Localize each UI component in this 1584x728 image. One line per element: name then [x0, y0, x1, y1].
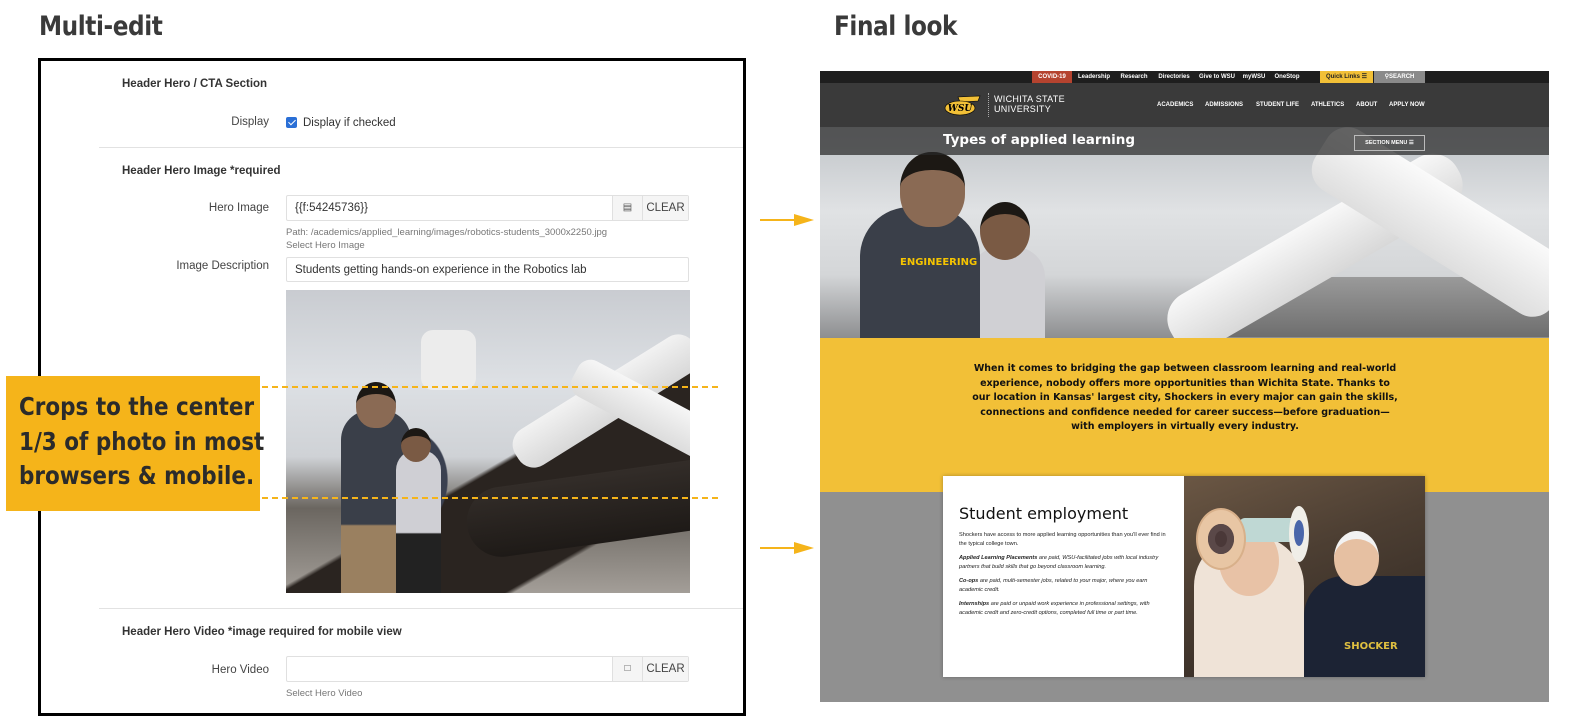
nav-admissions[interactable]: ADMISSIONS	[1205, 102, 1243, 108]
website-preview: COVID-19 Leadership Research Directories…	[820, 71, 1549, 702]
crop-callout: Crops to the center 1/3 of photo in most…	[6, 376, 265, 511]
quick-links-label: Quick Links	[1325, 74, 1360, 80]
card-title: Student employment	[959, 504, 1129, 523]
crop-line-bottom	[262, 497, 718, 499]
display-checkbox[interactable]	[286, 117, 297, 128]
section-title-cta: Header Hero / CTA Section	[122, 78, 268, 90]
section-menu-label: SECTION MENU	[1365, 140, 1408, 146]
hero-image-field[interactable]: {{f:54245736}} ▤ CLEAR	[286, 195, 689, 221]
term-applied-learning: Applied Learning Placements	[959, 555, 1038, 561]
section-title-image: Header Hero Image *required	[122, 165, 281, 177]
main-navigation: WSU WICHITA STATE UNIVERSITY ACADEMICS A…	[820, 83, 1549, 127]
card-paragraph: Co-ops are paid, multi-semester jobs, re…	[959, 577, 1168, 595]
hero-video-label: Hero Video	[211, 664, 269, 676]
section-title-video: Header Hero Video *image required for mo…	[122, 626, 402, 638]
hero-image-preview	[286, 290, 690, 593]
paper-eye-shape	[1289, 506, 1309, 562]
fuselage-shape	[462, 458, 690, 562]
card-photo: SHOCKER	[1184, 476, 1425, 677]
select-hero-image-link[interactable]: Select Hero Image	[286, 240, 365, 251]
intro-band: When it comes to bridging the gap betwee…	[820, 338, 1549, 492]
display-label: Display	[231, 116, 269, 128]
card-paragraph: Shockers have access to more applied lea…	[959, 532, 1166, 547]
nav-apply-now[interactable]: APPLY NOW	[1389, 102, 1425, 108]
university-name[interactable]: WICHITA STATE UNIVERSITY	[994, 94, 1065, 114]
card-paragraph: Internships are paid or unpaid work expe…	[959, 600, 1168, 618]
callout-line: 1/3 of photo in most	[19, 426, 265, 456]
arrow-right-icon	[760, 542, 814, 554]
callout-line: browsers & mobile.	[19, 461, 255, 490]
card-text: Student employment Shockers have access …	[943, 476, 1184, 677]
wsu-logo-icon[interactable]: WSU	[944, 94, 984, 116]
nav-student-life[interactable]: STUDENT LIFE	[1256, 102, 1299, 108]
student-employment-card: Student employment Shockers have access …	[943, 476, 1425, 677]
menu-icon: ☰	[1408, 140, 1414, 146]
intro-text: When it comes to bridging the gap betwee…	[972, 363, 1398, 432]
search-button[interactable]: ⚲SEARCH	[1374, 71, 1425, 83]
shirt-text: ENGINEERING	[900, 257, 978, 268]
final-look-heading: Final look	[834, 11, 958, 42]
nav-academics[interactable]: ACADEMICS	[1157, 102, 1193, 108]
student-shape	[396, 450, 441, 593]
crop-line-top	[262, 386, 718, 388]
search-label: SEARCH	[1389, 74, 1415, 80]
university-name-line-1: WICHITA STATE	[994, 94, 1065, 104]
topbar-link-give[interactable]: Give to WSU	[1196, 71, 1238, 83]
robot-shape	[421, 330, 476, 390]
topbar-link-leadership[interactable]: Leadership	[1074, 71, 1114, 83]
quick-links-button[interactable]: Quick Links ☰	[1320, 71, 1373, 83]
arrow-right-icon	[760, 214, 814, 226]
select-hero-video-link[interactable]: Select Hero Video	[286, 688, 362, 699]
student-head-shape	[401, 428, 431, 462]
image-description-input[interactable]: Students getting hands-on experience in …	[286, 257, 689, 282]
utility-bar: COVID-19 Leadership Research Directories…	[820, 71, 1549, 83]
hero-image-clear-button[interactable]: CLEAR	[642, 196, 688, 220]
topbar-link-mywsu[interactable]: myWSU	[1239, 71, 1269, 83]
hero-image-value[interactable]: {{f:54245736}}	[295, 202, 368, 214]
topbar-link-directories[interactable]: Directories	[1154, 71, 1194, 83]
term-internships: Internships	[959, 601, 990, 607]
shirt-text: SHOCKER	[1344, 641, 1398, 652]
term-coops: Co-ops	[959, 578, 979, 584]
image-description-value[interactable]: Students getting hands-on experience in …	[295, 264, 587, 276]
hero-video-field[interactable]: □ CLEAR	[286, 656, 689, 682]
image-icon[interactable]: ▤	[612, 196, 642, 220]
file-icon[interactable]: □	[612, 657, 642, 681]
callout-line: Crops to the center	[19, 392, 255, 421]
adult-shape	[1304, 576, 1425, 677]
university-name-line-2: UNIVERSITY	[994, 104, 1052, 114]
display-checkbox-label[interactable]: Display if checked	[303, 117, 396, 129]
topbar-link-research[interactable]: Research	[1116, 71, 1152, 83]
nav-about[interactable]: ABOUT	[1356, 102, 1377, 108]
topbar-link-onestop[interactable]: OneStop	[1271, 71, 1303, 83]
multi-edit-heading: Multi-edit	[39, 11, 163, 42]
hero-image-path: Path: /academics/applied_learning/images…	[286, 227, 608, 238]
topbar-link-covid[interactable]: COVID-19	[1032, 71, 1072, 83]
nav-athletics[interactable]: ATHLETICS	[1311, 102, 1344, 108]
hero-video-clear-button[interactable]: CLEAR	[642, 657, 688, 681]
student-head-shape	[356, 382, 396, 428]
hero-banner: ENGINEERING Types of applied learning SE…	[820, 127, 1549, 338]
logo-separator	[988, 93, 989, 117]
hero-title-bar: Types of applied learning SECTION MENU ☰	[820, 127, 1549, 155]
paper-eye-shape	[1196, 508, 1246, 570]
adult-head-shape	[1334, 531, 1379, 586]
student-head-shape	[900, 152, 965, 227]
logo-mark-text: WSU	[948, 104, 974, 114]
term-description: are paid, multi-semester jobs, related t…	[959, 578, 1148, 593]
hero-title: Types of applied learning	[943, 132, 1136, 148]
divider	[99, 147, 743, 148]
divider	[99, 608, 743, 609]
card-paragraph: Applied Learning Placements are paid, WS…	[959, 554, 1168, 572]
hero-image-label: Hero Image	[208, 202, 269, 214]
student-shape	[970, 247, 1045, 338]
section-menu-button[interactable]: SECTION MENU ☰	[1354, 135, 1425, 151]
student-head-shape	[980, 202, 1030, 260]
image-description-label: Image Description	[176, 260, 269, 272]
